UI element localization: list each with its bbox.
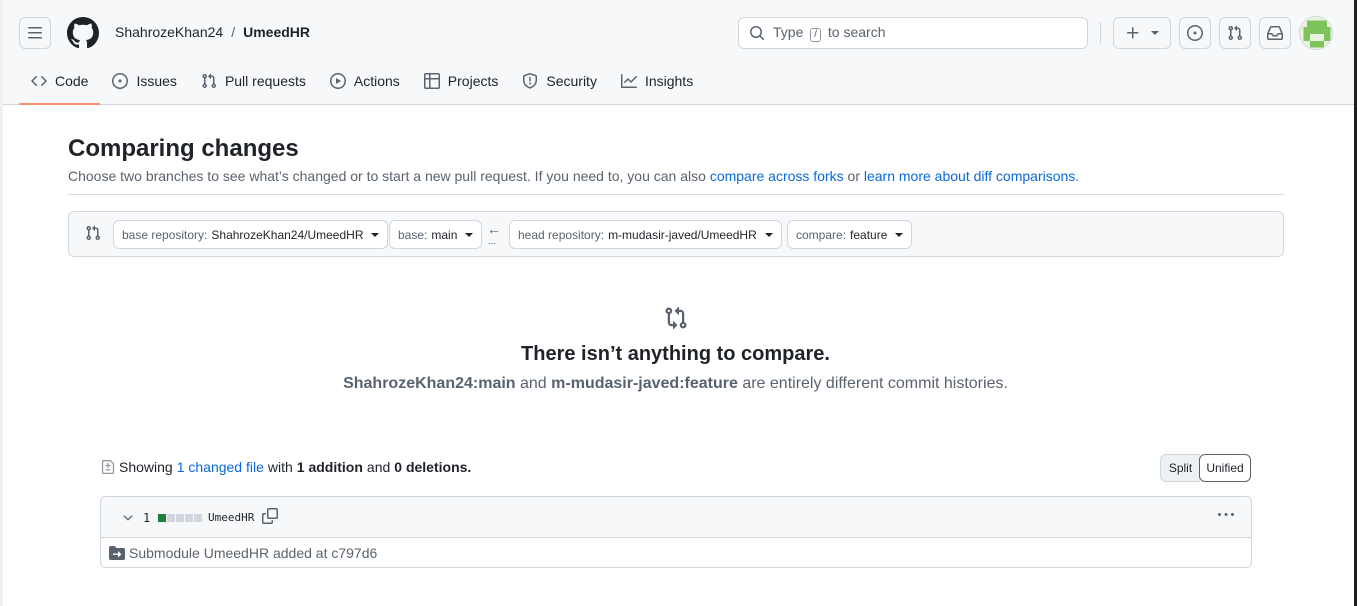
tab-label: Issues	[136, 73, 177, 89]
chevron-down-icon	[1151, 31, 1159, 35]
range-dots: ...	[488, 236, 497, 247]
file-name[interactable]: UmeedHR	[208, 511, 254, 524]
chevron-down-icon	[371, 232, 380, 237]
breadcrumb-separator: /	[231, 24, 236, 40]
unified-view-button[interactable]: Unified	[1199, 454, 1251, 482]
tab-label: Code	[55, 73, 89, 89]
blankslate-icon-wrap	[0, 306, 1351, 333]
changed-files-link[interactable]: 1 changed file	[177, 459, 264, 475]
diffstat-neutral-block	[194, 514, 202, 522]
create-new-button[interactable]	[1113, 17, 1171, 49]
split-view-button[interactable]: Split	[1160, 454, 1200, 482]
search-placeholder: Type / to search	[773, 24, 886, 42]
file-submodule-icon	[109, 546, 125, 560]
file-diff-icon	[101, 460, 115, 474]
breadcrumb-owner[interactable]: ShahrozeKhan24	[115, 24, 223, 40]
chevron-down-icon	[895, 232, 904, 237]
shield-icon	[523, 73, 538, 89]
base-repository-select[interactable]: base repository: ShahrozeKhan24/UmeedHR	[113, 220, 389, 249]
inbox-icon	[1267, 26, 1283, 40]
tab-insights[interactable]: Insights	[609, 64, 705, 98]
pull-request-icon	[1228, 25, 1243, 41]
blankslate-title: There isn’t anything to compare.	[521, 343, 830, 365]
divider	[68, 194, 1284, 195]
pull-request-icon	[202, 73, 216, 89]
tab-security[interactable]: Security	[510, 64, 609, 98]
file-header: 1 UmeedHR	[101, 497, 1251, 538]
chevron-down-icon	[764, 232, 773, 237]
header-divider	[1100, 22, 1101, 44]
diffstat-bars	[158, 514, 202, 522]
graph-icon	[620, 74, 637, 88]
diffstat-neutral-block	[176, 514, 184, 522]
diff-summary: Showing 1 changed file with 1 addition a…	[101, 459, 471, 475]
table-icon	[423, 73, 440, 89]
head-repository-select[interactable]: head repository: m-mudasir-javed/UmeedHR	[509, 220, 782, 249]
search-input[interactable]: Type / to search	[738, 17, 1088, 49]
tab-projects[interactable]: Projects	[412, 64, 511, 98]
learn-more-link[interactable]: learn more about diff comparisons	[864, 168, 1075, 184]
compare-swap-icon[interactable]	[85, 225, 101, 241]
file-diff: 1 UmeedHR Submodule UmeedHR added at c79…	[100, 496, 1252, 568]
tab-label: Security	[546, 73, 597, 89]
page-subtitle: Choose two branches to see what’s change…	[68, 168, 1080, 184]
tab-label: Projects	[447, 73, 499, 89]
pull-requests-button[interactable]	[1219, 17, 1251, 49]
compare-branch-select[interactable]: compare: feature	[787, 220, 913, 249]
copy-icon[interactable]	[262, 508, 278, 524]
tab-label: Pull requests	[224, 73, 306, 89]
breadcrumb-repo[interactable]: UmeedHR	[243, 24, 310, 40]
diffstat-neutral-block	[167, 514, 175, 522]
notifications-button[interactable]	[1259, 17, 1291, 49]
breadcrumb: ShahrozeKhan24 / UmeedHR	[115, 24, 310, 40]
search-shortcut-key: /	[810, 28, 822, 42]
arrow-left-icon: ←	[487, 221, 501, 237]
range-editor: base repository: ShahrozeKhan24/UmeedHR b…	[68, 211, 1284, 257]
chevron-down-icon[interactable]	[121, 511, 135, 525]
code-icon	[31, 75, 47, 87]
submodule-line: Submodule UmeedHR added at c797d6	[109, 545, 377, 561]
plus-icon	[1127, 27, 1139, 39]
github-logo-icon[interactable]	[67, 17, 99, 49]
kebab-horizontal-icon[interactable]	[1217, 507, 1235, 523]
hamburger-icon	[28, 27, 42, 39]
tab-issues[interactable]: Issues	[100, 64, 188, 98]
issues-button[interactable]	[1179, 17, 1211, 49]
submodule-text: Submodule UmeedHR added at c797d6	[129, 545, 378, 561]
diffstat-neutral-block	[185, 514, 193, 522]
app-header: ShahrozeKhan24 / UmeedHR Type / to searc…	[3, 0, 1354, 105]
git-compare-icon	[665, 306, 687, 330]
issue-icon	[1187, 25, 1203, 41]
compare-forks-link[interactable]: compare across forks	[710, 168, 844, 184]
repo-nav: Code Issues Pull requests Actions Projec…	[19, 64, 705, 105]
page-title: Comparing changes	[68, 135, 299, 162]
diffstat-added-block	[158, 514, 166, 522]
search-icon	[750, 26, 765, 41]
tab-label: Actions	[353, 73, 400, 89]
tab-pull-requests[interactable]: Pull requests	[189, 64, 318, 98]
base-branch-select[interactable]: base: main	[389, 220, 483, 249]
diff-view-toggle: Split Unified	[1160, 454, 1251, 482]
issue-icon	[112, 73, 129, 89]
chevron-down-icon	[465, 232, 474, 237]
avatar[interactable]	[1299, 16, 1333, 50]
tab-label: Insights	[644, 73, 694, 89]
menu-button[interactable]	[19, 17, 51, 49]
tab-code[interactable]: Code	[19, 64, 101, 105]
diff-line-count: 1	[143, 511, 151, 525]
tab-actions[interactable]: Actions	[318, 64, 412, 98]
play-icon	[329, 73, 346, 89]
blankslate-description: ShahrozeKhan24:main and m-mudasir-javed:…	[343, 375, 1008, 392]
